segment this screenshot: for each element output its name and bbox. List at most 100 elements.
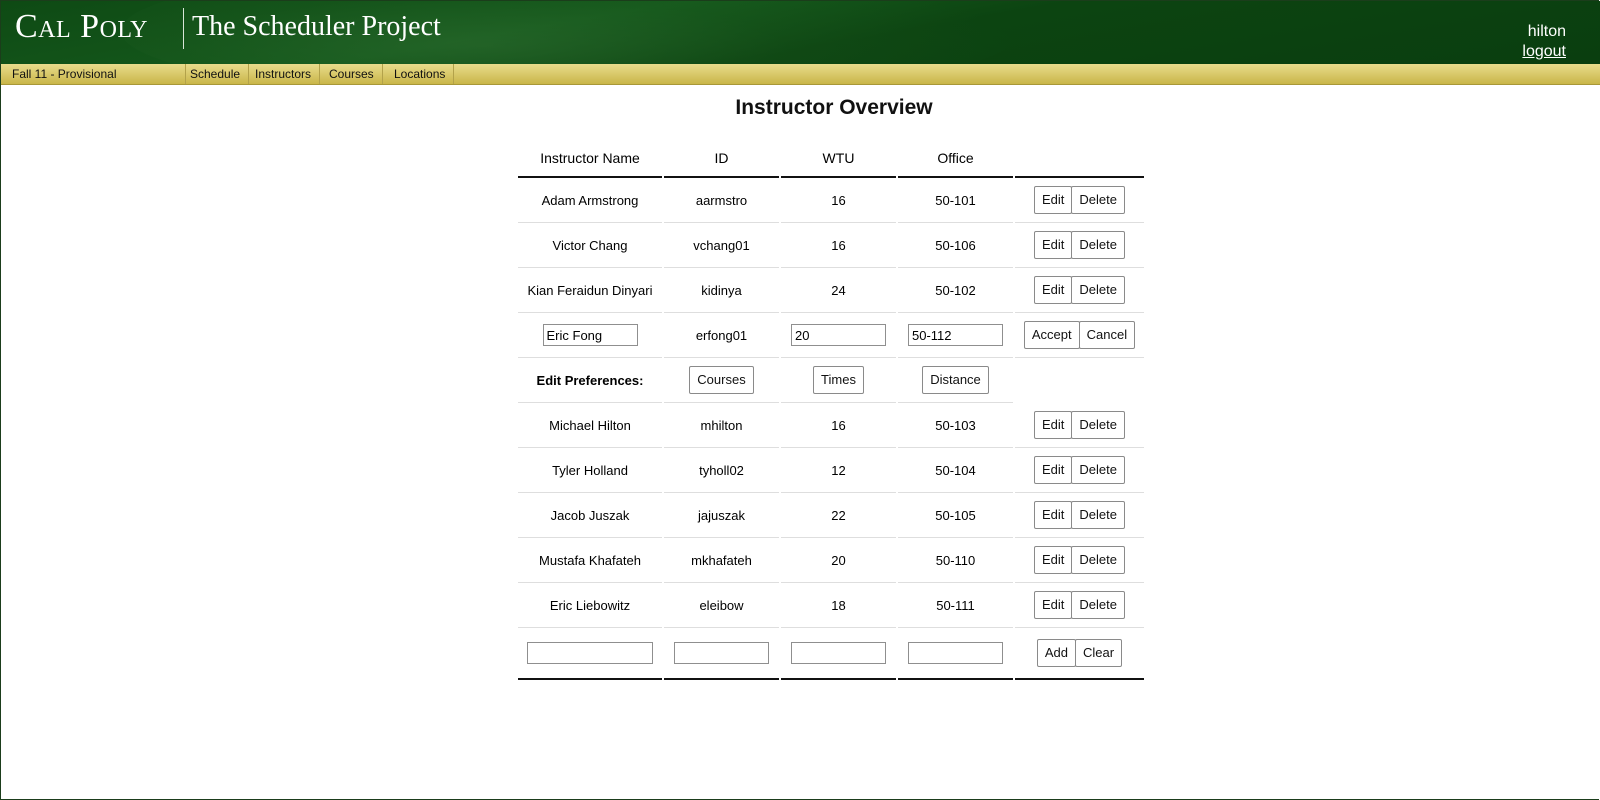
cell-wtu: 22 [781,493,896,538]
cell-actions: Accept Cancel [1015,313,1144,358]
delete-button[interactable]: Delete [1071,546,1125,574]
delete-button[interactable]: Delete [1071,456,1125,484]
edit-button[interactable]: Edit [1034,411,1073,439]
cell-office: 50-110 [898,538,1013,583]
edit-button[interactable]: Edit [1034,231,1073,259]
cell-wtu: 18 [781,583,896,628]
edit-button[interactable]: Edit [1034,546,1073,574]
nav-schedule[interactable]: Schedule [182,64,250,84]
column-header-wtu: WTU [781,140,896,178]
logout-link[interactable]: logout [1522,43,1566,61]
cell-office: 50-105 [898,493,1013,538]
new-instructor-row: Add Clear [518,628,1144,680]
cell-name: Kian Feraidun Dinyari [518,268,662,313]
user-panel: hilton logout [1522,23,1566,61]
cell-actions: Edit Delete [1015,403,1144,448]
user-name: hilton [1527,23,1566,40]
cell-wtu: 24 [781,268,896,313]
new-office-input[interactable] [908,642,1003,664]
delete-button[interactable]: Delete [1071,276,1125,304]
cell-id: mkhafateh [664,538,779,583]
cell-actions: Add Clear [1015,628,1144,680]
cell-name: Eric Liebowitz [518,583,662,628]
page-title: Instructor Overview [735,96,933,119]
cell-office: 50-106 [898,223,1013,268]
cell-name: Adam Armstrong [518,178,662,223]
table-row: Victor Chang vchang01 16 50-106 Edit Dele… [518,223,1144,268]
column-header-name: Instructor Name [518,140,662,178]
courses-preferences-button[interactable]: Courses [689,366,754,394]
cell-actions: Edit Delete [1015,583,1144,628]
delete-button[interactable]: Delete [1071,231,1125,259]
term-selector[interactable]: Fall 11 - Provisional [1,64,186,84]
cell-office: 50-101 [898,178,1013,223]
cell-office: 50-102 [898,268,1013,313]
cal-poly-logo[interactable]: Cal Poly [15,8,148,46]
office-edit-input[interactable] [908,324,1003,346]
cell-id: tyholl02 [664,448,779,493]
cell-wtu: 16 [781,223,896,268]
cell-name: Tyler Holland [518,448,662,493]
table-row-editing: erfong01 AcceptCancel [518,313,1144,358]
nav-instructors[interactable]: Instructors [247,64,321,84]
delete-button[interactable]: Delete [1071,186,1125,214]
edit-button[interactable]: Edit [1034,501,1073,529]
cell-distance-pref: Distance [898,358,1013,403]
header: Cal Poly The Scheduler Project hilton lo… [1,1,1600,64]
new-wtu-input[interactable] [791,642,886,664]
cell-new-wtu [781,628,896,680]
nav-locations[interactable]: Locations [386,64,455,84]
edit-button[interactable]: Edit [1034,276,1073,304]
cell-id: mhilton [664,403,779,448]
delete-button[interactable]: Delete [1071,591,1125,619]
accept-button[interactable]: Accept [1023,321,1080,349]
name-edit-input[interactable] [542,324,638,346]
preferences-label: Edit Preferences: [518,358,662,403]
cell-office: 50-103 [898,403,1013,448]
cell-id: kidinya [664,268,779,313]
times-preferences-button[interactable]: Times [813,366,864,394]
cell-wtu: 12 [781,448,896,493]
cell-actions: Edit Delete [1015,538,1144,583]
table-row: Tyler Holland tyholl02 12 50-104 Edit Del… [518,448,1144,493]
cell-wtu: 16 [781,178,896,223]
preferences-row: Edit Preferences: Courses Times Distance [518,358,1144,403]
distance-preferences-button[interactable]: Distance [922,366,989,394]
cancel-button[interactable]: Cancel [1078,321,1136,349]
edit-button[interactable]: Edit [1034,456,1073,484]
cell-id: jajuszak [664,493,779,538]
column-header-actions [1015,140,1144,178]
delete-button[interactable]: Delete [1071,501,1125,529]
cell-wtu: 16 [781,403,896,448]
nav-courses[interactable]: Courses [321,64,383,84]
edit-button[interactable]: Edit [1034,186,1073,214]
cell-wtu-edit [781,313,896,358]
table-row: Kian Feraidun Dinyari kidinya 24 50-102 … [518,268,1144,313]
cell-name: Victor Chang [518,223,662,268]
column-header-office: Office [898,140,1013,178]
cell-office-edit [898,313,1013,358]
delete-button[interactable]: Delete [1071,411,1125,439]
edit-button[interactable]: Edit [1034,591,1073,619]
add-button[interactable]: Add [1036,639,1077,667]
cell-new-id [664,628,779,680]
cell-id: vchang01 [664,223,779,268]
table-row: Adam Armstrong aarmstro 16 50-101 Edit De… [518,178,1144,223]
cell-new-name [518,628,662,680]
cell-actions: Edit Delete [1015,493,1144,538]
table-row: Jacob Juszak jajuszak 22 50-105 Edit Dele… [518,493,1144,538]
cell-id: erfong01 [664,313,779,358]
cell-actions: Edit Delete [1015,178,1144,223]
new-id-input[interactable] [674,642,769,664]
table-row: Mustafa Khafateh mkhafateh 20 50-110 Edi… [518,538,1144,583]
cell-id: eleibow [664,583,779,628]
clear-button[interactable]: Clear [1075,639,1123,667]
cell-office: 50-111 [898,583,1013,628]
cell-empty [1015,358,1144,403]
column-header-id: ID [664,140,779,178]
new-name-input[interactable] [527,642,653,664]
cell-name: Jacob Juszak [518,493,662,538]
cell-wtu: 20 [781,538,896,583]
wtu-edit-input[interactable] [791,324,886,346]
app-title: The Scheduler Project [192,11,441,42]
